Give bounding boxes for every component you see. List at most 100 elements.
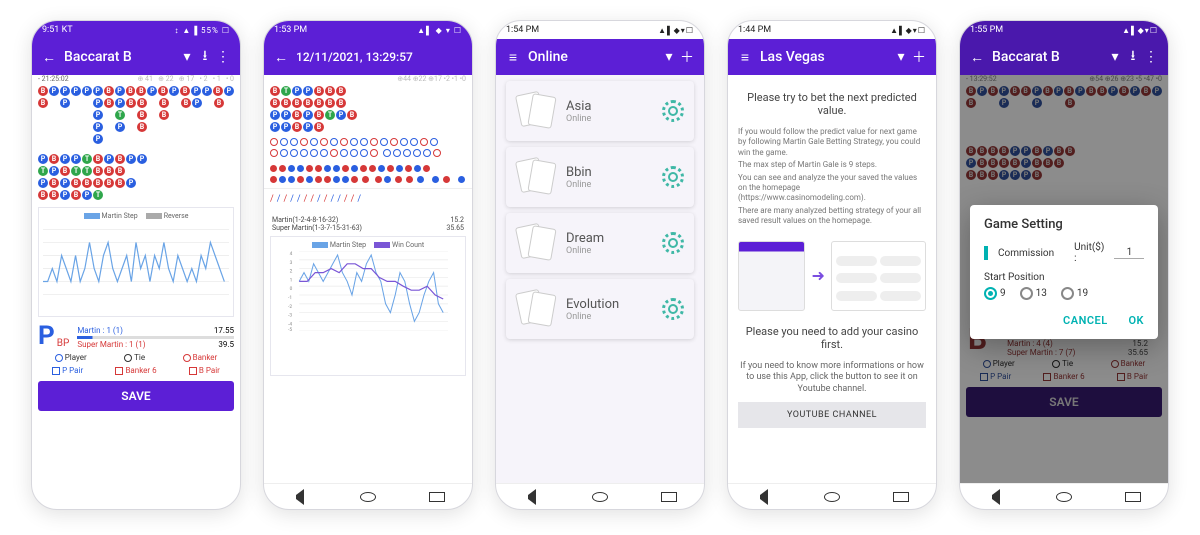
nav-back-icon[interactable]	[758, 489, 768, 505]
bead-road	[264, 135, 472, 160]
casino-card[interactable]: Dream Online	[506, 213, 694, 273]
download-icon[interactable]: ⭳	[1124, 45, 1142, 69]
app-bar: ← Baccarat B ▾ ⭳ ⋮	[960, 39, 1168, 75]
line-chart-svg	[43, 222, 229, 302]
radio-banker[interactable]: Banker	[183, 353, 218, 362]
start-pos-radios: 9 13 19	[984, 287, 1144, 300]
bet-side-checks: P Pair Banker 6 B Pair	[32, 364, 240, 377]
overflow-icon[interactable]: ⋮	[1142, 49, 1160, 65]
radio-player[interactable]: Player	[55, 353, 87, 362]
status-bar: 1:54 PM ▲▌◆▾☐	[496, 21, 704, 39]
commission-label: Commission	[998, 248, 1054, 259]
check-ppair[interactable]: P Pair	[52, 366, 83, 375]
cancel-button[interactable]: CANCEL	[1063, 314, 1108, 327]
casino-name: Evolution	[566, 297, 652, 312]
back-icon[interactable]: ←	[40, 49, 58, 66]
casino-card[interactable]: Evolution Online	[506, 279, 694, 339]
casino-card[interactable]: Bbin Online	[506, 147, 694, 207]
nav-back-icon[interactable]	[526, 489, 536, 505]
body-p3: You can see and analyze the your saved t…	[738, 173, 926, 204]
dropdown-icon[interactable]: ▾	[1106, 49, 1124, 65]
menu-icon[interactable]: ≡	[504, 49, 522, 66]
casino-card[interactable]: Asia Online	[506, 81, 694, 141]
check-bpair[interactable]: B Pair	[189, 366, 220, 375]
nav-recent-icon[interactable]	[1125, 492, 1141, 502]
unit-label: Unit($) :	[1074, 242, 1104, 264]
add-icon[interactable]: ＋	[910, 47, 928, 67]
predicted-p: P	[38, 323, 55, 349]
dropdown-icon[interactable]: ▾	[660, 49, 678, 65]
martin-value: 17.55	[214, 326, 234, 335]
add-icon[interactable]: ＋	[678, 47, 696, 67]
promo-phone-img	[738, 241, 805, 311]
ok-button[interactable]: OK	[1128, 314, 1144, 327]
martin-label: Martin : 1 (1)	[77, 326, 123, 335]
status-bar: 9:51 KT ↕ ▲ ▌55% ☐	[32, 21, 240, 39]
svg-text:0: 0	[290, 286, 293, 292]
save-button[interactable]: SAVE	[38, 381, 234, 411]
casino-status: Online	[566, 180, 652, 190]
svg-text:-3: -3	[288, 313, 292, 319]
casino-status: Online	[566, 312, 652, 322]
super-label: Super Martin : 1 (1)	[77, 340, 145, 349]
timestamp: - 21:25:02	[38, 75, 69, 83]
small-road-1: PBPPTBPBPP TPBTTBBB PBPBBBBBP BBPBPT	[32, 151, 240, 203]
back-icon[interactable]: ←	[272, 49, 290, 66]
status-time: 9:51 KT	[42, 25, 73, 35]
cockroach-road: //////////////	[264, 188, 472, 216]
nav-home-icon[interactable]	[592, 492, 608, 502]
gear-icon[interactable]	[662, 166, 684, 188]
radio-9[interactable]: 9	[984, 287, 1006, 300]
nav-back-icon[interactable]	[990, 489, 1000, 505]
app-bar: ≡ Las Vegas ▾ ＋	[728, 39, 936, 75]
android-nav-bar	[960, 483, 1168, 509]
line-chart-svg: 43210-1-2-3-4-5	[275, 251, 461, 331]
dropdown-icon[interactable]: ▾	[892, 49, 910, 65]
status-time: 1:44 PM	[738, 25, 771, 35]
download-icon[interactable]: ⭳	[196, 45, 214, 69]
sub-info-bar: ⊕44 ⊕22 ⊕17 •2 •1 •0	[264, 75, 472, 83]
radio-13[interactable]: 13	[1020, 287, 1047, 300]
nav-home-icon[interactable]	[360, 492, 376, 502]
martin-slider[interactable]	[77, 336, 234, 339]
back-icon[interactable]: ←	[968, 49, 986, 66]
gear-icon[interactable]	[662, 298, 684, 320]
nav-home-icon[interactable]	[1056, 492, 1072, 502]
app-title: 12/11/2021, 13:29:57	[296, 50, 464, 64]
svg-text:-2: -2	[288, 304, 292, 310]
commission-row: Commission Unit($) : 1	[984, 242, 1144, 264]
chart-legend: Martin Step Win Count	[275, 241, 461, 249]
nav-recent-icon[interactable]	[429, 492, 445, 502]
predicted-bp: BP	[57, 338, 70, 349]
youtube-button[interactable]: YOUTUBE CHANNEL	[738, 402, 926, 428]
nav-back-icon[interactable]	[294, 489, 304, 505]
commission-checkbox[interactable]	[984, 246, 988, 260]
nav-home-icon[interactable]	[824, 492, 840, 502]
dropdown-icon[interactable]: ▾	[178, 49, 196, 65]
status-icons: ↕ ▲ ▌55% ☐	[174, 26, 230, 35]
bottom-h1: Please you need to add your casino first…	[738, 325, 926, 351]
counters: ⊕ 41 ⊕ 22 ⊕ 17 • 2 • 1 • 0	[137, 75, 234, 83]
status-icons: ▲▌◆▾☐	[890, 26, 926, 35]
status-time: 1:55 PM	[970, 25, 1003, 35]
big-road: BTPPBBB BBBBBBB PPBPBTPB PPBPB	[264, 83, 472, 135]
arrow-icon: ➜	[811, 266, 824, 285]
screenshot-1: 9:51 KT ↕ ▲ ▌55% ☐ ← Baccarat B ▾ ⭳ ⋮ - …	[31, 20, 241, 510]
headline: Please try to bet the next predicted val…	[738, 91, 926, 117]
body-p2: The max step of Martin Gale is 9 steps.	[738, 160, 926, 170]
nav-recent-icon[interactable]	[661, 492, 677, 502]
nav-recent-icon[interactable]	[893, 492, 909, 502]
svg-text:1: 1	[290, 277, 293, 283]
menu-icon[interactable]: ≡	[736, 49, 754, 66]
game-setting-dialog: Game Setting Commission Unit($) : 1 Star…	[970, 205, 1158, 339]
radio-19[interactable]: 19	[1061, 287, 1088, 300]
gear-icon[interactable]	[662, 100, 684, 122]
radio-tie[interactable]: Tie	[124, 353, 145, 362]
unit-input[interactable]: 1	[1114, 247, 1144, 259]
app-bar: ≡ Online ▾ ＋	[496, 39, 704, 75]
overflow-icon[interactable]: ⋮	[214, 49, 232, 65]
app-title: Online	[528, 49, 660, 65]
gear-icon[interactable]	[662, 232, 684, 254]
check-banker6[interactable]: Banker 6	[115, 366, 156, 375]
status-bar: 1:53 PM ▲▌ ◆ ▾ ☐	[264, 21, 472, 39]
